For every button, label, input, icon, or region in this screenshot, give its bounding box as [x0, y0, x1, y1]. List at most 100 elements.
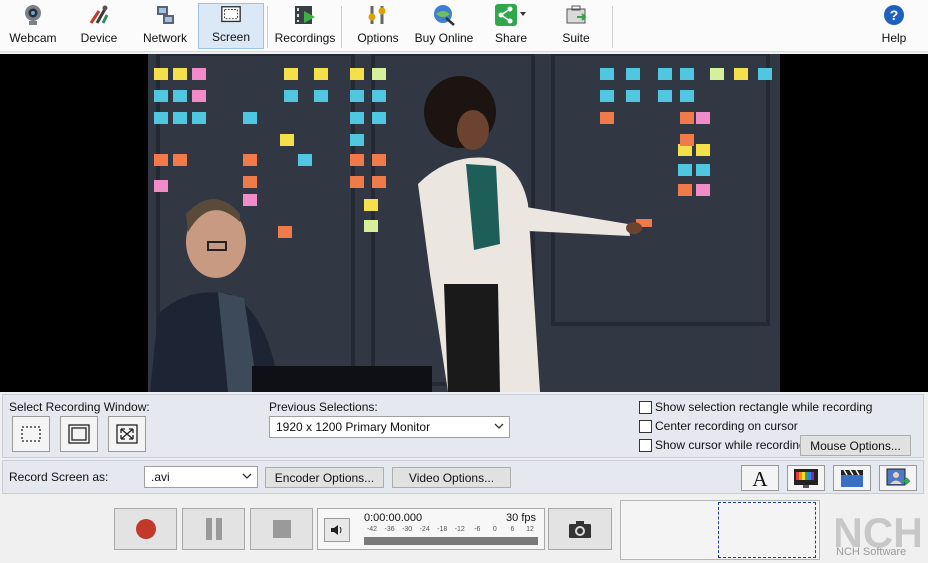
- toolbar-separator: [341, 6, 342, 48]
- svg-text:?: ?: [890, 7, 899, 23]
- share-icon: [495, 4, 526, 26]
- toolbar-device[interactable]: Device: [70, 3, 128, 49]
- elapsed-time: 0:00:00.000: [364, 512, 423, 524]
- meter-tick-label: 0: [492, 526, 497, 533]
- checkbox-label: Center recording on cursor: [655, 419, 798, 433]
- fullscreen-icon: [116, 424, 138, 444]
- color-effects-button[interactable]: [787, 465, 825, 491]
- toolbar-separator: [267, 6, 268, 48]
- meter-tick-label: 6: [510, 526, 515, 533]
- toolbar-screen[interactable]: Screen: [198, 3, 264, 49]
- level-meter-panel: 0:00:00.000 30 fps -42 -36 -30 -24 -18 -12 -6 0…: [317, 508, 545, 550]
- checkbox-label: Show cursor while recording: [655, 438, 806, 452]
- toolbar-label: Recordings: [274, 31, 336, 45]
- toolbar-label: Options: [357, 31, 399, 45]
- meter-tick-label: -42: [366, 526, 378, 533]
- preview-image: [148, 54, 780, 392]
- meter-tick-label: -30: [402, 526, 413, 533]
- record-icon: [135, 519, 156, 539]
- checkbox-label: Show selection rectangle while recording: [655, 400, 873, 414]
- select-region-button[interactable]: [12, 416, 50, 452]
- toolbar-label: Network: [142, 31, 187, 45]
- help-icon: ?: [884, 5, 904, 25]
- window-select-icon: [68, 424, 90, 444]
- record-as-label: Record Screen as:: [9, 470, 109, 484]
- speaker-icon: [331, 525, 342, 535]
- webcam-overlay-button[interactable]: [879, 465, 917, 491]
- select-window-button[interactable]: [60, 416, 98, 452]
- show-selection-rectangle-checkbox[interactable]: Show selection rectangle while recording: [639, 400, 872, 414]
- meter-tick-label: -12: [454, 526, 465, 533]
- selection-mini-preview[interactable]: [620, 500, 820, 560]
- text-icon: A: [752, 467, 768, 489]
- stop-icon: [272, 520, 291, 538]
- previous-selections-label: Previous Selections:: [269, 400, 378, 414]
- video-effects-button[interactable]: [833, 465, 871, 491]
- network-icon: [157, 6, 174, 24]
- toolbar-label: Buy Online: [414, 31, 474, 45]
- webcam-icon: [25, 5, 41, 25]
- meter-scale: -42 -36 -30 -24 -18 -12 -6 0 6 12: [364, 526, 540, 536]
- format-value: .avi: [151, 470, 170, 484]
- encoder-options-button[interactable]: Encoder Options...: [265, 467, 384, 488]
- options-icon: [368, 6, 386, 24]
- show-cursor-checkbox[interactable]: Show cursor while recording: [639, 438, 806, 452]
- color-bars-icon: [794, 469, 818, 488]
- meter-tick-label: -24: [419, 526, 430, 533]
- toolbar-options[interactable]: Options: [350, 3, 406, 49]
- toolbar-label: Share: [494, 31, 528, 45]
- meter-tick-label: 12: [526, 526, 534, 533]
- volume-button[interactable]: [324, 518, 350, 542]
- text-overlay-button[interactable]: A: [741, 465, 779, 491]
- camera-icon: [569, 521, 591, 538]
- pause-button[interactable]: [182, 508, 245, 550]
- device-icon: [89, 5, 109, 24]
- record-format-panel: Record Screen as: .avi Encoder Options..…: [2, 460, 924, 494]
- chevron-down-icon: [242, 473, 252, 479]
- toolbar-recordings[interactable]: Recordings: [272, 3, 338, 49]
- toolbar-network[interactable]: Network: [136, 3, 194, 49]
- mini-selection-rectangle[interactable]: [718, 502, 816, 558]
- svg-text:A: A: [752, 467, 768, 489]
- mouse-options-button[interactable]: Mouse Options...: [800, 435, 911, 456]
- selection-panel: Select Recording Window: Previous Select…: [2, 394, 924, 458]
- toolbar-share[interactable]: Share: [484, 3, 538, 49]
- toolbar-suite[interactable]: Suite: [550, 3, 602, 49]
- toolbar-label: Screen: [211, 30, 251, 44]
- snapshot-button[interactable]: [548, 508, 612, 550]
- toolbar-label: Suite: [562, 31, 590, 45]
- toolbar-label: Webcam: [9, 31, 57, 45]
- previous-selections-dropdown[interactable]: 1920 x 1200 Primary Monitor: [269, 416, 510, 438]
- screen-icon: [221, 6, 241, 23]
- stop-button[interactable]: [250, 508, 313, 550]
- buy-online-icon: [434, 5, 455, 26]
- toolbar-label: Device: [80, 31, 118, 45]
- suite-icon: [566, 5, 587, 24]
- select-window-label: Select Recording Window:: [9, 400, 150, 414]
- toolbar-label: Help: [881, 31, 907, 45]
- meter-tick-label: -6: [474, 526, 481, 533]
- screen-preview: [0, 54, 928, 392]
- toolbar-help[interactable]: ? Help: [870, 3, 918, 49]
- brand-name: NCH Software: [836, 546, 907, 558]
- toolbar-webcam[interactable]: Webcam: [4, 3, 62, 49]
- toolbar-buy-online[interactable]: Buy Online: [410, 3, 478, 49]
- main-toolbar: Webcam Device Network Screen Recordings: [0, 0, 928, 52]
- video-options-button[interactable]: Video Options...: [392, 467, 511, 488]
- checkbox-box[interactable]: [639, 400, 652, 414]
- chevron-down-icon: [494, 423, 504, 429]
- select-fullscreen-button[interactable]: [108, 416, 146, 452]
- fps-readout: 30 fps: [506, 512, 536, 524]
- meter-tick-label: -36: [384, 526, 395, 533]
- pause-icon: [205, 518, 222, 540]
- region-select-icon: [21, 426, 41, 442]
- toolbar-separator: [612, 6, 613, 48]
- format-dropdown[interactable]: .avi: [144, 466, 258, 488]
- record-button[interactable]: [114, 508, 177, 550]
- checkbox-box[interactable]: [639, 438, 652, 452]
- center-on-cursor-checkbox[interactable]: Center recording on cursor: [639, 419, 798, 433]
- checkbox-box[interactable]: [639, 419, 652, 433]
- previous-selections-value: 1920 x 1200 Primary Monitor: [276, 420, 431, 434]
- meter-tick-label: -18: [437, 526, 448, 533]
- overlay-icon: [886, 468, 911, 486]
